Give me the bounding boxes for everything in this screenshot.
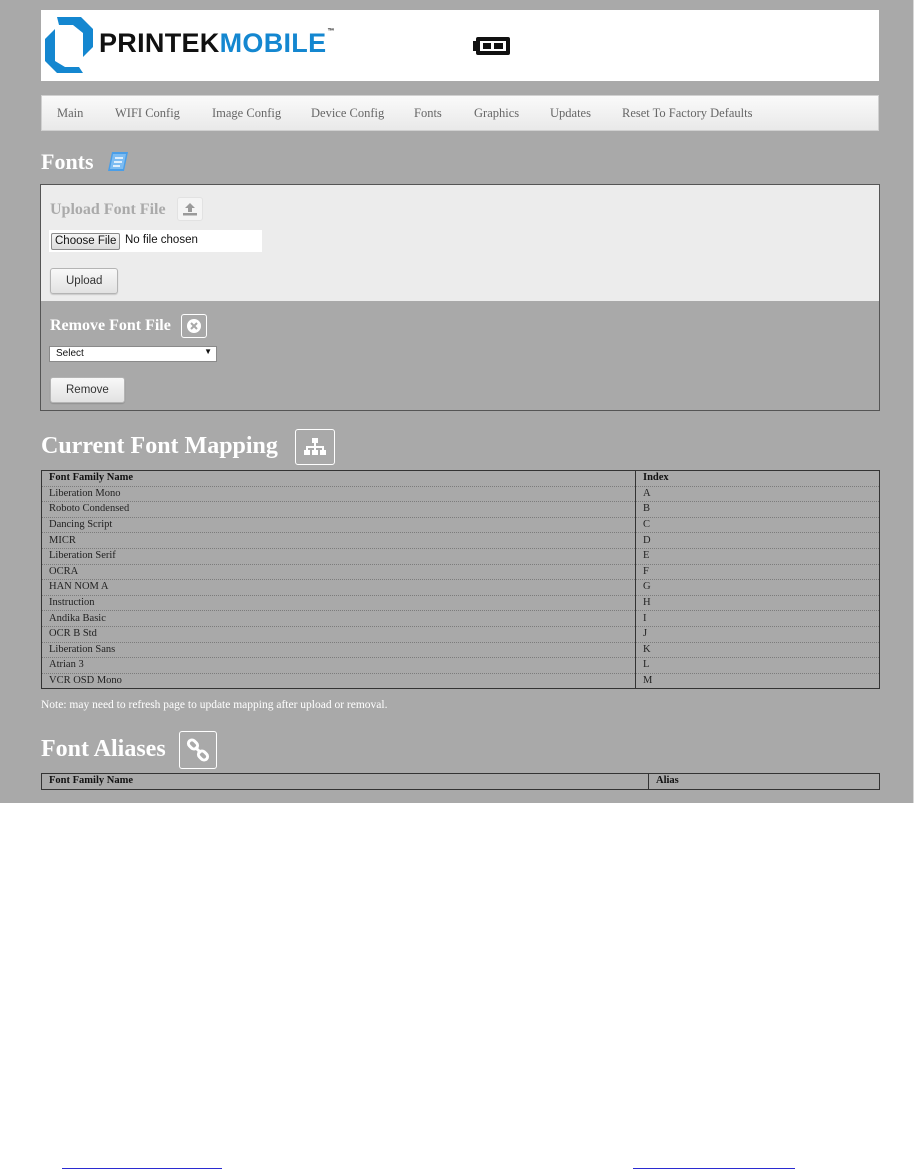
font-name-cell: Liberation Mono xyxy=(41,486,636,503)
table-row: OCRA F xyxy=(41,564,880,581)
logo-text-mobile: MOBILE xyxy=(219,28,327,58)
choose-file-button[interactable]: Choose File xyxy=(51,233,121,250)
remove-button[interactable]: Remove xyxy=(50,377,125,403)
remove-font-title: Remove Font File xyxy=(50,317,171,334)
table-row: Andika Basic I xyxy=(41,610,880,627)
table-row: Instruction H xyxy=(41,595,880,612)
font-index-cell: E xyxy=(635,548,880,565)
nav-wifi-config[interactable]: WIFI Config xyxy=(115,106,180,121)
font-index-cell: A xyxy=(635,486,880,503)
column-header-font-family: Font Family Name xyxy=(41,773,649,790)
font-index-cell: J xyxy=(635,626,880,643)
header-banner: PRINTEKMOBILE™ xyxy=(41,10,879,81)
no-file-chosen-label: No file chosen xyxy=(125,234,198,246)
font-name-cell: VCR OSD Mono xyxy=(41,673,636,690)
trademark-symbol: ™ xyxy=(327,28,335,35)
font-file-input[interactable]: Choose File No file chosen xyxy=(49,230,262,252)
dropdown-caret-icon: ▼ xyxy=(204,347,212,356)
font-index-cell: L xyxy=(635,657,880,674)
font-name-cell: Dancing Script xyxy=(41,517,636,534)
upload-icon xyxy=(177,197,203,221)
font-aliases-table: Font Family Name Alias xyxy=(41,773,880,790)
table-row: Atrian 3L xyxy=(41,657,880,674)
font-index-cell: H xyxy=(635,595,880,612)
main-nav: Main WIFI Config Image Config Device Con… xyxy=(41,95,879,131)
font-name-cell: Liberation Sans xyxy=(41,642,636,659)
current-font-mapping-title: Current Font Mapping xyxy=(41,433,278,459)
nav-device-config[interactable]: Device Config xyxy=(311,106,384,121)
font-select-dropdown[interactable]: Select ▼ xyxy=(49,346,217,362)
table-row: Roboto Condensed B xyxy=(41,501,880,518)
table-row: OCR B Std J xyxy=(41,626,880,643)
screenshot-frame: PRINTEKMOBILE™ Main WIFI Config Image Co… xyxy=(0,0,914,803)
font-name-cell: OCR B Std xyxy=(41,626,636,643)
upload-font-title: Upload Font File xyxy=(50,201,166,218)
font-name-cell: Andika Basic xyxy=(41,610,636,627)
font-index-cell: F xyxy=(635,564,880,581)
upload-font-section: Upload Font File Choose File No file cho… xyxy=(41,185,879,301)
font-index-cell: D xyxy=(635,532,880,549)
column-header-alias: Alias xyxy=(648,773,880,790)
column-header-font-family: Font Family Name xyxy=(41,470,636,487)
nav-image-config[interactable]: Image Config xyxy=(212,106,281,121)
font-index-cell: I xyxy=(635,610,880,627)
font-name-cell: Liberation Serif xyxy=(41,548,636,565)
table-header-row: Font Family Name Alias xyxy=(41,773,880,790)
table-row: Liberation Mono A xyxy=(41,486,880,503)
font-mapping-table: Font Family Name Index Liberation Mono A … xyxy=(41,470,880,690)
table-row: Liberation Sans K xyxy=(41,642,880,659)
upload-button[interactable]: Upload xyxy=(50,268,119,294)
nav-main[interactable]: Main xyxy=(57,106,83,121)
logo-text-printek: PRINTEK xyxy=(99,28,220,58)
printek-mobile-logo: PRINTEKMOBILE™ xyxy=(99,28,335,59)
font-name-cell: HAN NOM A xyxy=(41,579,636,596)
table-row: MICR D xyxy=(41,532,880,549)
nav-reset-factory-defaults[interactable]: Reset To Factory Defaults xyxy=(622,106,752,121)
font-index-cell: G xyxy=(635,579,880,596)
footer-link-underline-left[interactable] xyxy=(62,1168,222,1169)
battery-icon xyxy=(473,37,513,60)
refresh-note: Note: may need to refresh page to update… xyxy=(41,699,388,711)
footer-link-underline-right[interactable] xyxy=(633,1168,795,1169)
fonts-panel: Upload Font File Choose File No file cho… xyxy=(40,184,880,411)
nav-updates[interactable]: Updates xyxy=(550,106,591,121)
font-name-cell: MICR xyxy=(41,532,636,549)
font-name-cell: Roboto Condensed xyxy=(41,501,636,518)
table-row: VCR OSD Mono M xyxy=(41,673,880,690)
font-index-cell: B xyxy=(635,501,880,518)
table-row: Liberation Serif E xyxy=(41,548,880,565)
book-icon xyxy=(106,151,130,178)
table-row: Dancing Script C xyxy=(41,517,880,534)
column-header-index: Index xyxy=(635,470,880,487)
nav-graphics[interactable]: Graphics xyxy=(474,106,519,121)
font-index-cell: C xyxy=(635,517,880,534)
fonts-title: Fonts xyxy=(41,149,94,175)
font-select-value: Select xyxy=(56,348,84,359)
table-header-row: Font Family Name Index xyxy=(41,470,880,487)
font-name-cell: OCRA xyxy=(41,564,636,581)
font-aliases-title: Font Aliases xyxy=(41,736,166,762)
font-name-cell: Atrian 3 xyxy=(41,657,636,674)
sitemap-icon xyxy=(295,429,335,465)
font-index-cell: M xyxy=(635,673,880,690)
table-row: HAN NOM AG xyxy=(41,579,880,596)
fonts-title-text: Fonts xyxy=(41,149,94,174)
nav-fonts[interactable]: Fonts xyxy=(414,106,442,121)
printek-logo-mark-icon xyxy=(43,13,95,82)
font-name-cell: Instruction xyxy=(41,595,636,612)
remove-circle-icon xyxy=(181,314,207,338)
font-index-cell: K xyxy=(635,642,880,659)
link-icon xyxy=(179,731,217,769)
